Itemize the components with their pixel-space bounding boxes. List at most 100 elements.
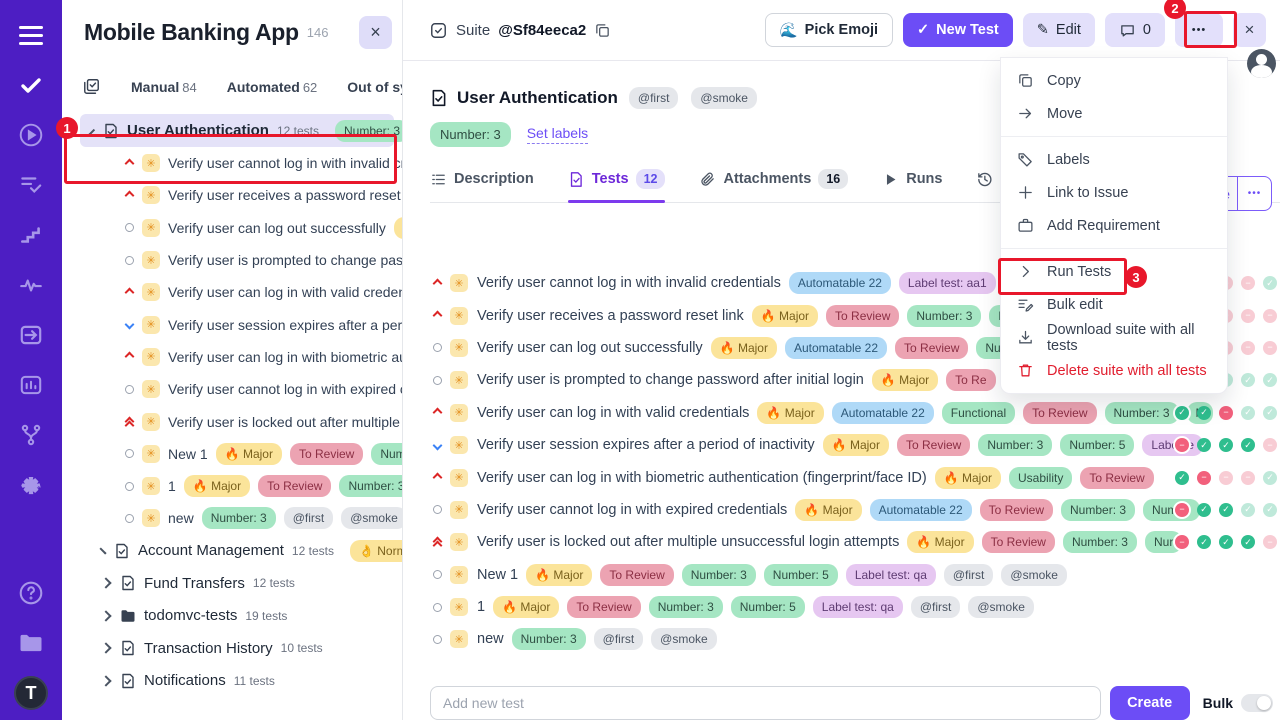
copy-id-icon[interactable] — [594, 22, 611, 39]
suite-tests-count: 11 tests — [234, 674, 275, 688]
help-icon[interactable] — [14, 576, 48, 610]
tree-test-row[interactable]: ✳Verify user session expires after a per… — [62, 308, 402, 340]
test-row[interactable]: ✳Verify user session expires after a per… — [430, 429, 1280, 461]
tree-test-row[interactable]: ✳1🔥 MajorTo ReviewNumber: 3Number: 5Labe… — [62, 470, 402, 502]
runs-play-icon[interactable] — [14, 118, 48, 152]
tree-suite-user-authentication[interactable]: User Authentication 12 tests Number: 3 — [80, 114, 394, 147]
test-title: Verify user can log out successfully — [477, 340, 703, 356]
menu-item-copy[interactable]: Copy — [1001, 64, 1227, 97]
bulk-toggle[interactable] — [1241, 694, 1273, 712]
test-row[interactable]: ✳Verify user can log in with valid crede… — [430, 397, 1280, 429]
badge: 🔥 Major — [493, 596, 559, 618]
test-row[interactable]: ✳New 1🔥 MajorTo ReviewNumber: 3Number: 5… — [430, 559, 1280, 591]
set-labels-link[interactable]: Set labels — [527, 125, 588, 144]
branch-icon[interactable] — [14, 418, 48, 452]
menu-item-delete-suite-with-all-tests[interactable]: Delete suite with all tests — [1001, 354, 1227, 387]
tree-test-row[interactable]: ✳Verify user can log in with valid crede… — [62, 276, 402, 308]
tab-runs[interactable]: Runs — [882, 171, 942, 201]
tree-test-row[interactable]: ✳Verify user cannot log in with expired … — [62, 373, 402, 405]
tree-suite-row[interactable]: Notifications11 tests — [62, 665, 402, 698]
chevron-up-icon — [122, 160, 136, 167]
tree-suite-row[interactable]: Fund Transfers12 tests — [62, 567, 402, 600]
pass-status-icon: ✓ — [1197, 503, 1211, 517]
tree-test-row[interactable]: ✳Verify user cannot log in with invalid … — [62, 147, 402, 179]
sparkle-icon: ✳ — [142, 316, 160, 334]
chevron-down-icon — [430, 442, 444, 449]
badge: 🔥 Major — [795, 499, 861, 521]
sparkle-icon: ✳ — [450, 533, 468, 551]
partial-button-more[interactable]: ••• — [1238, 177, 1271, 210]
run-status-dots: ✓✓−✓✓ — [1175, 406, 1277, 420]
badge: Number: 3 — [339, 475, 402, 497]
tab-automated[interactable]: Automated62 — [227, 79, 318, 95]
pick-emoji-button[interactable]: 🌊Pick Emoji — [765, 13, 893, 47]
close-suite-button[interactable]: × — [1233, 13, 1266, 47]
tree-test-row[interactable]: ✳Verify user can log in with biometric a… — [62, 341, 402, 373]
test-row[interactable]: ✳Verify user is locked out after multipl… — [430, 526, 1280, 558]
menu-item-run-tests[interactable]: Run Tests — [1001, 255, 1227, 288]
menu-item-link-to-issue[interactable]: Link to Issue — [1001, 176, 1227, 209]
tree-test-row[interactable]: ✳newNumber: 3@first@smoke — [62, 502, 402, 534]
test-row[interactable]: ✳Verify user can log in with biometric a… — [430, 461, 1280, 493]
multi-select-icon[interactable] — [82, 77, 101, 96]
menu-item-download-suite-with-all-tests[interactable]: Download suite with all tests — [1001, 321, 1227, 354]
menu-item-move[interactable]: Move — [1001, 97, 1227, 130]
test-row[interactable]: ✳Verify user cannot log in with expired … — [430, 494, 1280, 526]
plus-icon — [1017, 184, 1034, 201]
tree-test-row[interactable]: ✳Verify user is locked out after multipl… — [62, 405, 402, 437]
tests-check-icon[interactable] — [14, 68, 48, 102]
more-actions-button[interactable]: ••• — [1175, 13, 1223, 47]
tree-suite-row[interactable]: Transaction History10 tests — [62, 632, 402, 665]
badge: Number: 3 — [512, 628, 586, 650]
pass-status-icon: ✓ — [1197, 406, 1211, 420]
badge: Number: 5 — [731, 596, 805, 618]
tree-suite-row[interactable]: Account Management12 tests👌 Normal — [62, 535, 402, 568]
sign-in-icon[interactable] — [14, 318, 48, 352]
tab-tests[interactable]: Tests12 — [568, 169, 666, 202]
menu-item-bulk-edit[interactable]: Bulk edit — [1001, 288, 1227, 321]
app-logo[interactable]: T — [14, 676, 48, 710]
suite-doc-icon — [114, 543, 130, 559]
edit-button[interactable]: ✎Edit — [1023, 13, 1095, 47]
fail-status-icon: − — [1175, 503, 1189, 517]
description-icon — [430, 171, 447, 188]
menu-item-add-requirement[interactable]: Add Requirement — [1001, 209, 1227, 242]
tree-test-row[interactable]: ✳Verify user can log out successfully🔥 M… — [62, 212, 402, 244]
tab-description[interactable]: Description — [430, 171, 534, 201]
tree-test-row[interactable]: ✳New 1🔥 MajorTo ReviewNumber: 3Number: 5… — [62, 438, 402, 470]
test-title: new — [168, 510, 194, 526]
fail-status-icon: − — [1219, 406, 1233, 420]
chevron-down-icon — [88, 128, 95, 135]
tag-first[interactable]: @first — [629, 87, 679, 109]
reports-icon[interactable] — [14, 368, 48, 402]
badge: Number: 3 — [1063, 531, 1137, 553]
tab-attachments[interactable]: Attachments16 — [699, 169, 848, 202]
tag-smoke[interactable]: @smoke — [691, 87, 757, 109]
menu-item-labels[interactable]: Labels — [1001, 143, 1227, 176]
settings-gear-icon[interactable] — [14, 468, 48, 502]
add-test-input[interactable] — [430, 686, 1101, 720]
test-row[interactable]: ✳newNumber: 3@first@smoke — [430, 623, 1280, 655]
tree-test-row[interactable]: ✳Verify user receives a password reset l… — [62, 179, 402, 211]
create-button[interactable]: Create — [1110, 686, 1190, 720]
menu-icon[interactable] — [14, 18, 48, 52]
pulse-icon[interactable] — [14, 268, 48, 302]
avatar[interactable] — [1247, 49, 1276, 78]
badge: To Review — [826, 305, 899, 327]
tree-suite-row[interactable]: todomvc-tests19 tests — [62, 600, 402, 633]
steps-icon[interactable] — [14, 218, 48, 252]
test-title: Verify user is prompted to change passwo… — [477, 372, 864, 388]
tab-out-of-sync[interactable]: Out of sync — [347, 79, 403, 95]
test-row[interactable]: ✳1🔥 MajorTo ReviewNumber: 3Number: 5Labe… — [430, 591, 1280, 623]
panel-close-button[interactable]: × — [359, 16, 392, 49]
comments-button[interactable]: 0 — [1105, 13, 1165, 47]
badge: @first — [284, 507, 334, 529]
tab-manual[interactable]: Manual84 — [131, 79, 197, 95]
tree-test-row[interactable]: ✳Verify user is prompted to change passw… — [62, 244, 402, 276]
new-test-button[interactable]: ✓New Test — [903, 13, 1013, 47]
suite-tests-count: 12 tests — [277, 124, 319, 138]
suite-doc-icon — [120, 575, 136, 591]
projects-folder-icon[interactable] — [14, 626, 48, 660]
chevron-right-icon — [100, 675, 111, 686]
plans-list-check-icon[interactable] — [14, 168, 48, 202]
